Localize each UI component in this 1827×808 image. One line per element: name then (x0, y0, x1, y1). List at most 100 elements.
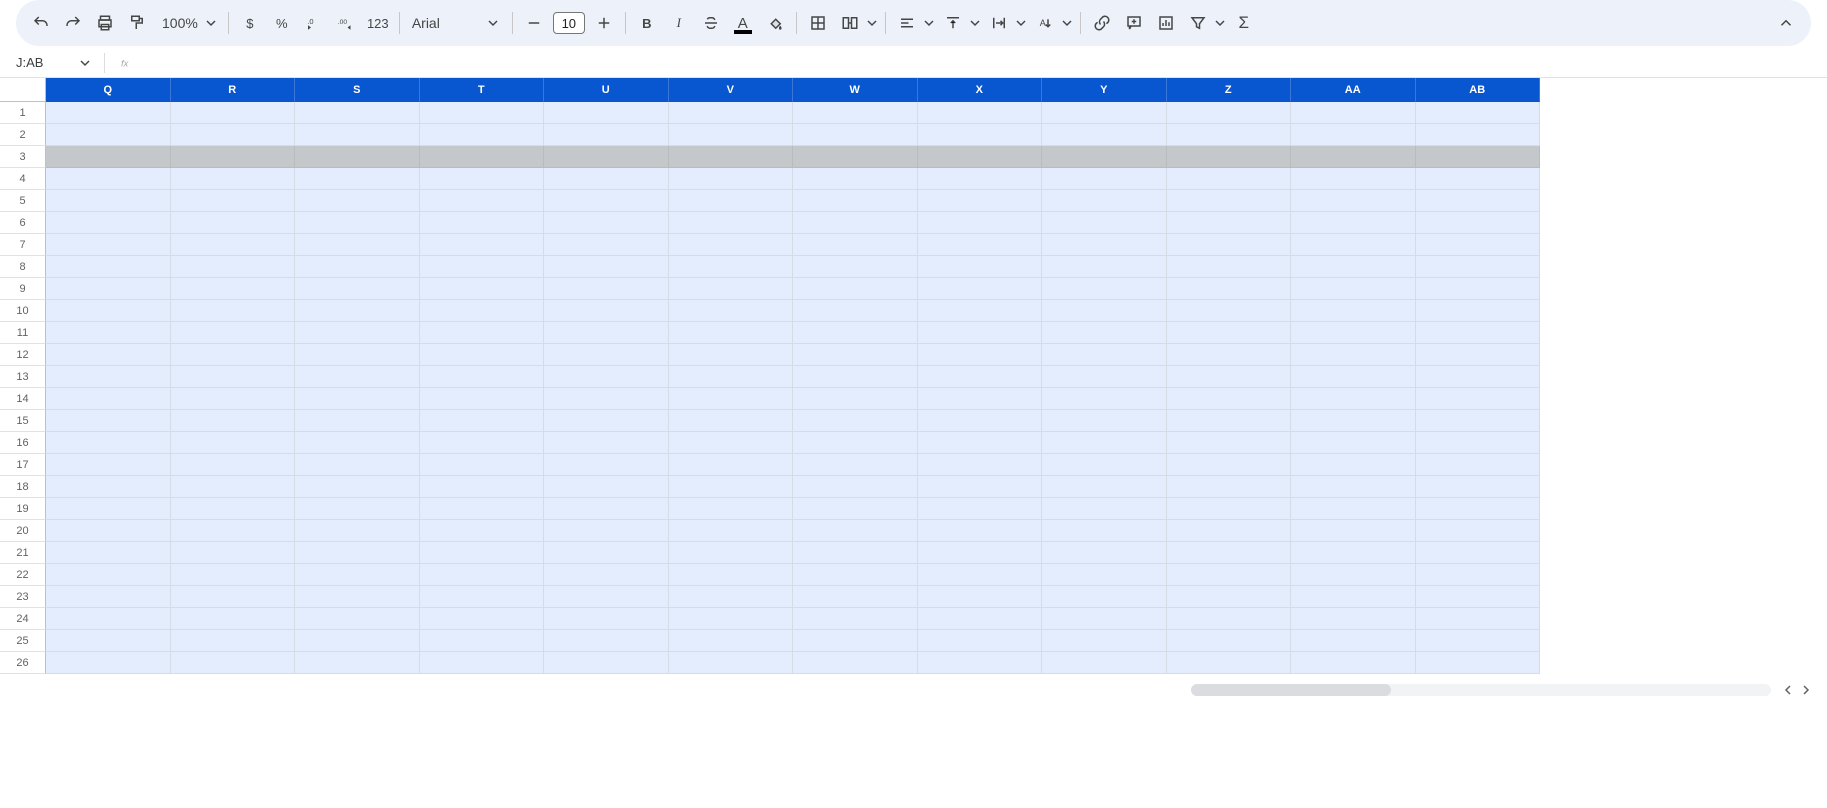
cell[interactable] (1042, 410, 1167, 432)
cell[interactable] (544, 388, 669, 410)
cell[interactable] (1167, 630, 1292, 652)
cell[interactable] (420, 300, 545, 322)
cell[interactable] (793, 212, 918, 234)
row-header[interactable]: 9 (0, 278, 46, 300)
cell[interactable] (46, 344, 171, 366)
cell[interactable] (1291, 652, 1416, 674)
column-header[interactable]: S (295, 78, 420, 102)
cell[interactable] (1291, 410, 1416, 432)
cell[interactable] (1291, 542, 1416, 564)
cell[interactable] (420, 542, 545, 564)
cell[interactable] (1291, 476, 1416, 498)
cell[interactable] (1167, 212, 1292, 234)
cell[interactable] (669, 476, 794, 498)
cell[interactable] (295, 146, 420, 168)
cell[interactable] (171, 168, 296, 190)
cell[interactable] (918, 234, 1043, 256)
cell[interactable] (544, 586, 669, 608)
row-header[interactable]: 15 (0, 410, 46, 432)
cell[interactable] (1167, 454, 1292, 476)
cell[interactable] (544, 542, 669, 564)
cell[interactable] (669, 432, 794, 454)
borders-button[interactable] (803, 8, 833, 38)
cell[interactable] (1042, 212, 1167, 234)
cell[interactable] (1167, 300, 1292, 322)
cell[interactable] (669, 190, 794, 212)
cell[interactable] (1416, 652, 1541, 674)
cell[interactable] (1291, 630, 1416, 652)
row-header[interactable]: 14 (0, 388, 46, 410)
cell[interactable] (171, 388, 296, 410)
cell[interactable] (793, 498, 918, 520)
insert-link-button[interactable] (1087, 8, 1117, 38)
cell[interactable] (793, 388, 918, 410)
text-wrap-button[interactable] (984, 8, 1014, 38)
cell[interactable] (171, 564, 296, 586)
row-header[interactable]: 16 (0, 432, 46, 454)
cell[interactable] (295, 168, 420, 190)
merge-dropdown[interactable] (865, 18, 879, 28)
cell[interactable] (1167, 586, 1292, 608)
cell[interactable] (669, 212, 794, 234)
text-color-button[interactable]: A (728, 8, 758, 38)
cell[interactable] (1416, 388, 1541, 410)
cell[interactable] (171, 476, 296, 498)
cell[interactable] (420, 146, 545, 168)
cell[interactable] (1416, 432, 1541, 454)
cell[interactable] (918, 344, 1043, 366)
decrease-font-size-button[interactable] (519, 8, 549, 38)
cell[interactable] (1416, 278, 1541, 300)
cell[interactable] (793, 608, 918, 630)
select-all-corner[interactable] (0, 78, 46, 102)
row-header[interactable]: 17 (0, 454, 46, 476)
cell[interactable] (295, 476, 420, 498)
cell[interactable] (295, 102, 420, 124)
cell[interactable] (918, 212, 1043, 234)
cell[interactable] (918, 608, 1043, 630)
cell[interactable] (918, 300, 1043, 322)
cell[interactable] (1416, 212, 1541, 234)
row-header[interactable]: 13 (0, 366, 46, 388)
bold-button[interactable]: B (632, 8, 662, 38)
cell[interactable] (1042, 366, 1167, 388)
cell[interactable] (1042, 608, 1167, 630)
cell[interactable] (793, 432, 918, 454)
cell[interactable] (295, 256, 420, 278)
cell[interactable] (793, 344, 918, 366)
cell[interactable] (1042, 564, 1167, 586)
horizontal-scrollbar[interactable] (1191, 684, 1771, 696)
cell[interactable] (1291, 608, 1416, 630)
cell[interactable] (544, 102, 669, 124)
cell[interactable] (171, 542, 296, 564)
cell[interactable] (46, 366, 171, 388)
cell[interactable] (46, 300, 171, 322)
cell[interactable] (1416, 190, 1541, 212)
cell[interactable] (918, 476, 1043, 498)
cell[interactable] (544, 256, 669, 278)
cell[interactable] (171, 278, 296, 300)
cell[interactable] (1167, 278, 1292, 300)
cell[interactable] (46, 432, 171, 454)
cell[interactable] (46, 630, 171, 652)
row-header[interactable]: 23 (0, 586, 46, 608)
cell[interactable] (918, 586, 1043, 608)
cell[interactable] (295, 630, 420, 652)
cell[interactable] (918, 322, 1043, 344)
increase-decimal-button[interactable]: .00 (331, 8, 361, 38)
cell[interactable] (793, 652, 918, 674)
cell[interactable] (544, 124, 669, 146)
cell[interactable] (669, 564, 794, 586)
column-header[interactable]: AB (1416, 78, 1541, 102)
cell[interactable] (1167, 388, 1292, 410)
cell[interactable] (918, 520, 1043, 542)
cell[interactable] (46, 124, 171, 146)
cell[interactable] (295, 278, 420, 300)
zoom-dropdown[interactable]: 100% (154, 15, 222, 31)
cell[interactable] (1416, 146, 1541, 168)
cell[interactable] (46, 608, 171, 630)
cell[interactable] (793, 476, 918, 498)
font-size-input[interactable] (553, 12, 585, 34)
cell[interactable] (171, 146, 296, 168)
cell[interactable] (1416, 234, 1541, 256)
cell[interactable] (171, 344, 296, 366)
